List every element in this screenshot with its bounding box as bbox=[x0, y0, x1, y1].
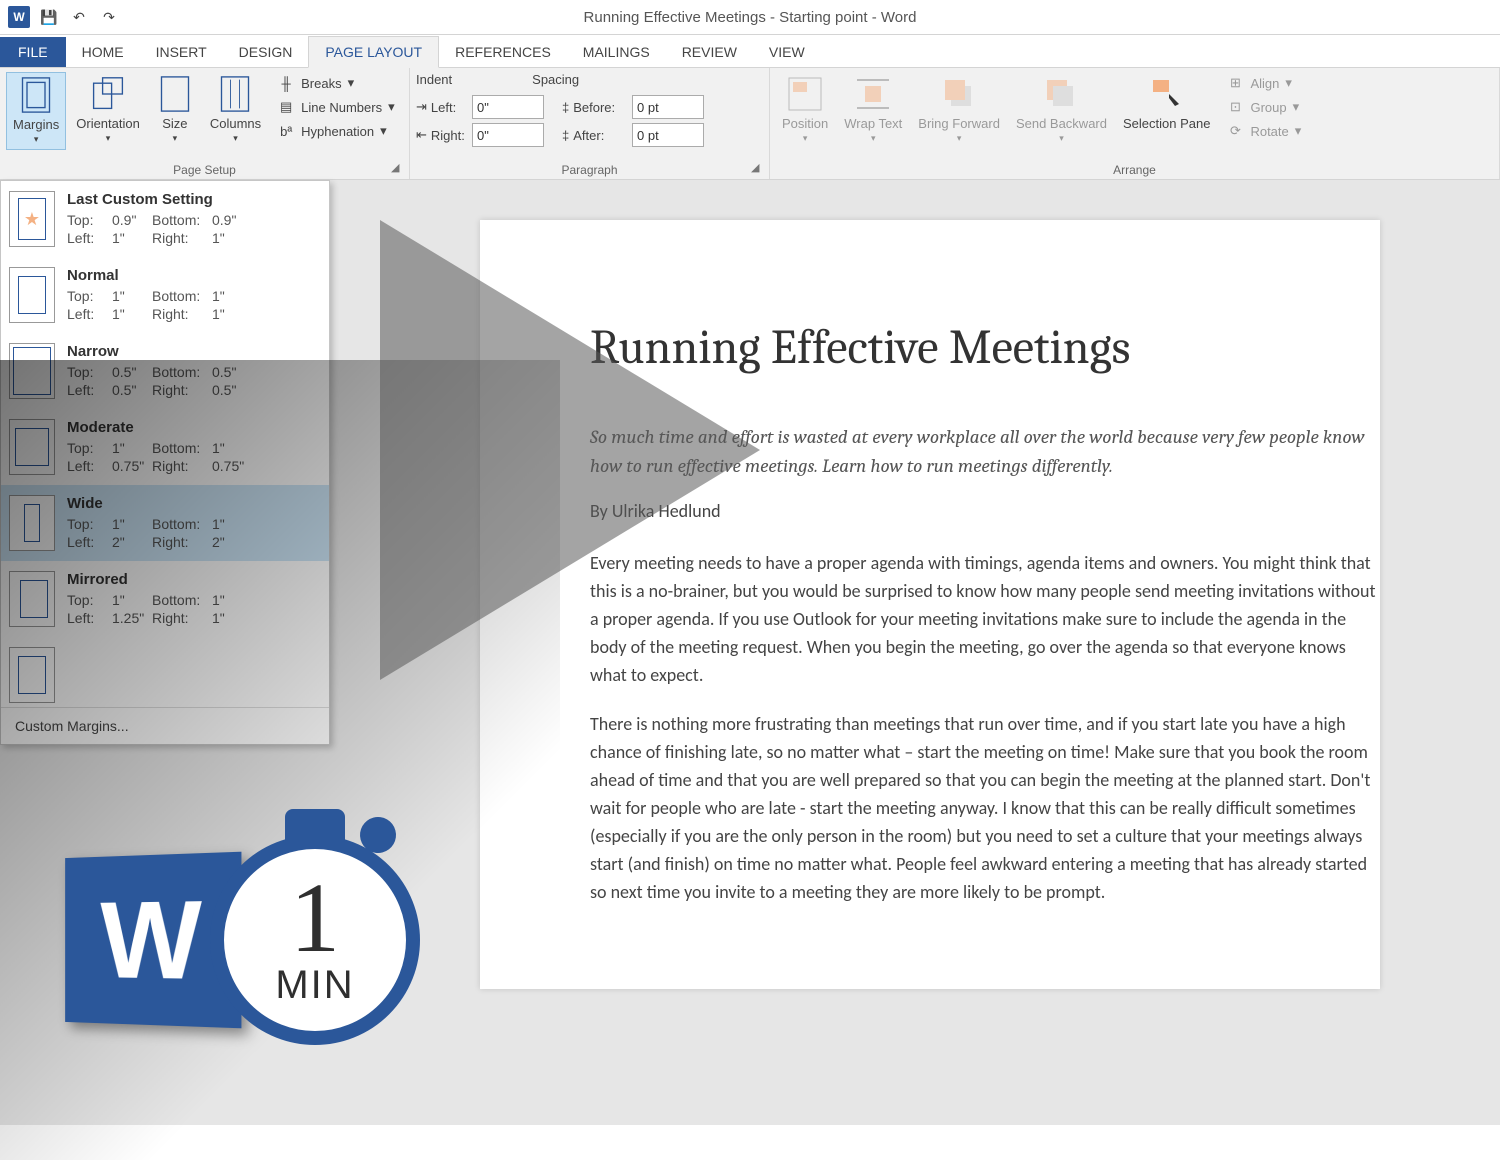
spacing-before-label: ‡ Before: bbox=[562, 100, 628, 115]
tab-mailings[interactable]: MAILINGS bbox=[567, 37, 666, 67]
wrap-text-icon bbox=[855, 76, 891, 112]
tab-references[interactable]: REFERENCES bbox=[439, 37, 567, 67]
tab-review[interactable]: REVIEW bbox=[666, 37, 753, 67]
line-numbers-button[interactable]: ▤Line Numbers ▾ bbox=[271, 96, 400, 118]
selection-pane-icon bbox=[1149, 76, 1185, 112]
bring-forward-button[interactable]: Bring Forward▾ bbox=[912, 72, 1006, 148]
paragraph-dialog-launcher[interactable]: ◢ bbox=[751, 161, 765, 175]
stopwatch-icon: 1 MIN bbox=[210, 835, 420, 1045]
document-paragraph-2[interactable]: There is nothing more frustrating than m… bbox=[590, 711, 1380, 906]
margin-thumb-icon bbox=[9, 267, 55, 323]
margin-thumb-icon bbox=[9, 419, 55, 475]
margins-dropdown: ★ Last Custom Setting Top:0.9"Bottom:0.9… bbox=[0, 180, 330, 745]
document-byline[interactable]: By Ulrika Hedlund bbox=[590, 500, 1380, 522]
spacing-before-input[interactable] bbox=[632, 95, 704, 119]
margin-option-mirrored[interactable]: Mirrored Top:1"Bottom:1" Left:1.25"Right… bbox=[1, 561, 329, 637]
margins-label: Margins bbox=[13, 117, 59, 132]
position-button[interactable]: Position▾ bbox=[776, 72, 834, 148]
tab-design[interactable]: DESIGN bbox=[223, 37, 309, 67]
one-minute-badge: W 1 MIN bbox=[60, 835, 420, 1045]
size-icon bbox=[157, 76, 193, 112]
undo-icon[interactable]: ↶ bbox=[68, 6, 90, 28]
margin-option-extra[interactable] bbox=[1, 637, 329, 707]
columns-button[interactable]: Columns▾ bbox=[204, 72, 267, 148]
size-button[interactable]: Size▾ bbox=[150, 72, 200, 148]
orientation-label: Orientation bbox=[76, 116, 140, 131]
indent-left-input[interactable] bbox=[472, 95, 544, 119]
tab-insert[interactable]: INSERT bbox=[140, 37, 223, 67]
rotate-button[interactable]: ⟳Rotate ▾ bbox=[1220, 120, 1307, 142]
indent-right-input[interactable] bbox=[472, 123, 544, 147]
ribbon-content: Margins▾ Orientation▾ Size▾ Columns▾ ╫Br… bbox=[0, 68, 1500, 180]
margin-thumb-icon bbox=[9, 571, 55, 627]
indent-header: Indent bbox=[416, 72, 452, 87]
group-button[interactable]: ⊡Group ▾ bbox=[1220, 96, 1307, 118]
tab-home[interactable]: HOME bbox=[66, 37, 140, 67]
margin-option-narrow[interactable]: Narrow Top:0.5"Bottom:0.5" Left:0.5"Righ… bbox=[1, 333, 329, 409]
title-bar: W 💾 ↶ ↷ Running Effective Meetings - Sta… bbox=[0, 0, 1500, 35]
send-backward-button[interactable]: Send Backward▾ bbox=[1010, 72, 1113, 148]
wrap-text-button[interactable]: Wrap Text▾ bbox=[838, 72, 908, 148]
send-backward-icon bbox=[1043, 76, 1079, 112]
group-label-page-setup: Page Setup bbox=[6, 160, 403, 177]
spacing-after-label: ‡ After: bbox=[562, 128, 628, 143]
window-title: Running Effective Meetings - Starting po… bbox=[584, 9, 917, 26]
group-arrange: Position▾ Wrap Text▾ Bring Forward▾ Send… bbox=[770, 68, 1500, 179]
bring-forward-icon bbox=[941, 76, 977, 112]
document-subtitle[interactable]: So much time and effort is wasted at eve… bbox=[590, 423, 1380, 480]
breaks-button[interactable]: ╫Breaks ▾ bbox=[271, 72, 400, 94]
align-button[interactable]: ⊞Align ▾ bbox=[1220, 72, 1307, 94]
margin-thumb-icon bbox=[9, 647, 55, 703]
margins-button[interactable]: Margins▾ bbox=[6, 72, 66, 150]
columns-label: Columns bbox=[210, 116, 261, 131]
document-paragraph-1[interactable]: Every meeting needs to have a proper age… bbox=[590, 550, 1380, 689]
quick-access-toolbar: W 💾 ↶ ↷ bbox=[0, 6, 128, 28]
word-app-icon[interactable]: W bbox=[8, 6, 30, 28]
badge-number: 1 bbox=[290, 873, 340, 963]
group-label-arrange: Arrange bbox=[776, 160, 1493, 177]
margin-thumb-icon bbox=[9, 495, 55, 551]
tab-view[interactable]: VIEW bbox=[753, 37, 821, 67]
orientation-icon bbox=[90, 76, 126, 112]
custom-margins-button[interactable]: Custom Margins... bbox=[1, 707, 329, 744]
hyphenation-icon: bª bbox=[277, 122, 295, 140]
group-label-paragraph: Paragraph bbox=[416, 160, 763, 177]
indent-right-label: ⇤ Right: bbox=[416, 127, 468, 143]
tab-file[interactable]: FILE bbox=[0, 37, 66, 67]
columns-icon bbox=[217, 76, 253, 112]
position-icon bbox=[787, 76, 823, 112]
margin-option-moderate[interactable]: Moderate Top:1"Bottom:1" Left:0.75"Right… bbox=[1, 409, 329, 485]
page-setup-dialog-launcher[interactable]: ◢ bbox=[391, 161, 405, 175]
size-label: Size bbox=[162, 116, 187, 131]
selection-pane-button[interactable]: Selection Pane bbox=[1117, 72, 1216, 135]
margin-option-wide[interactable]: Wide Top:1"Bottom:1" Left:2"Right:2" bbox=[1, 485, 329, 561]
spacing-after-input[interactable] bbox=[632, 123, 704, 147]
margin-option-normal[interactable]: Normal Top:1"Bottom:1" Left:1"Right:1" bbox=[1, 257, 329, 333]
margin-thumb-icon: ★ bbox=[9, 191, 55, 247]
hyphenation-button[interactable]: bªHyphenation ▾ bbox=[271, 120, 400, 142]
indent-left-label: ⇥ Left: bbox=[416, 99, 468, 115]
ribbon-tabs: FILE HOME INSERT DESIGN PAGE LAYOUT REFE… bbox=[0, 35, 1500, 68]
breaks-icon: ╫ bbox=[277, 74, 295, 92]
margin-thumb-icon bbox=[9, 343, 55, 399]
group-page-setup: Margins▾ Orientation▾ Size▾ Columns▾ ╫Br… bbox=[0, 68, 410, 179]
redo-icon[interactable]: ↷ bbox=[98, 6, 120, 28]
margin-option-last-custom[interactable]: ★ Last Custom Setting Top:0.9"Bottom:0.9… bbox=[1, 181, 329, 257]
spacing-header: Spacing bbox=[532, 72, 579, 87]
rotate-icon: ⟳ bbox=[1226, 122, 1244, 140]
line-numbers-icon: ▤ bbox=[277, 98, 295, 116]
group-icon: ⊡ bbox=[1226, 98, 1244, 116]
group-paragraph: Indent Spacing ⇥ Left: ‡ Before: ⇤ Right… bbox=[410, 68, 770, 179]
align-icon: ⊞ bbox=[1226, 74, 1244, 92]
document-title[interactable]: Running Effective Meetings bbox=[590, 320, 1380, 375]
save-icon[interactable]: 💾 bbox=[38, 6, 60, 28]
orientation-button[interactable]: Orientation▾ bbox=[70, 72, 146, 148]
document-page[interactable]: Running Effective Meetings So much time … bbox=[480, 220, 1380, 989]
badge-min-label: MIN bbox=[275, 963, 354, 1008]
tab-page-layout[interactable]: PAGE LAYOUT bbox=[308, 36, 439, 68]
margins-icon bbox=[18, 77, 54, 113]
